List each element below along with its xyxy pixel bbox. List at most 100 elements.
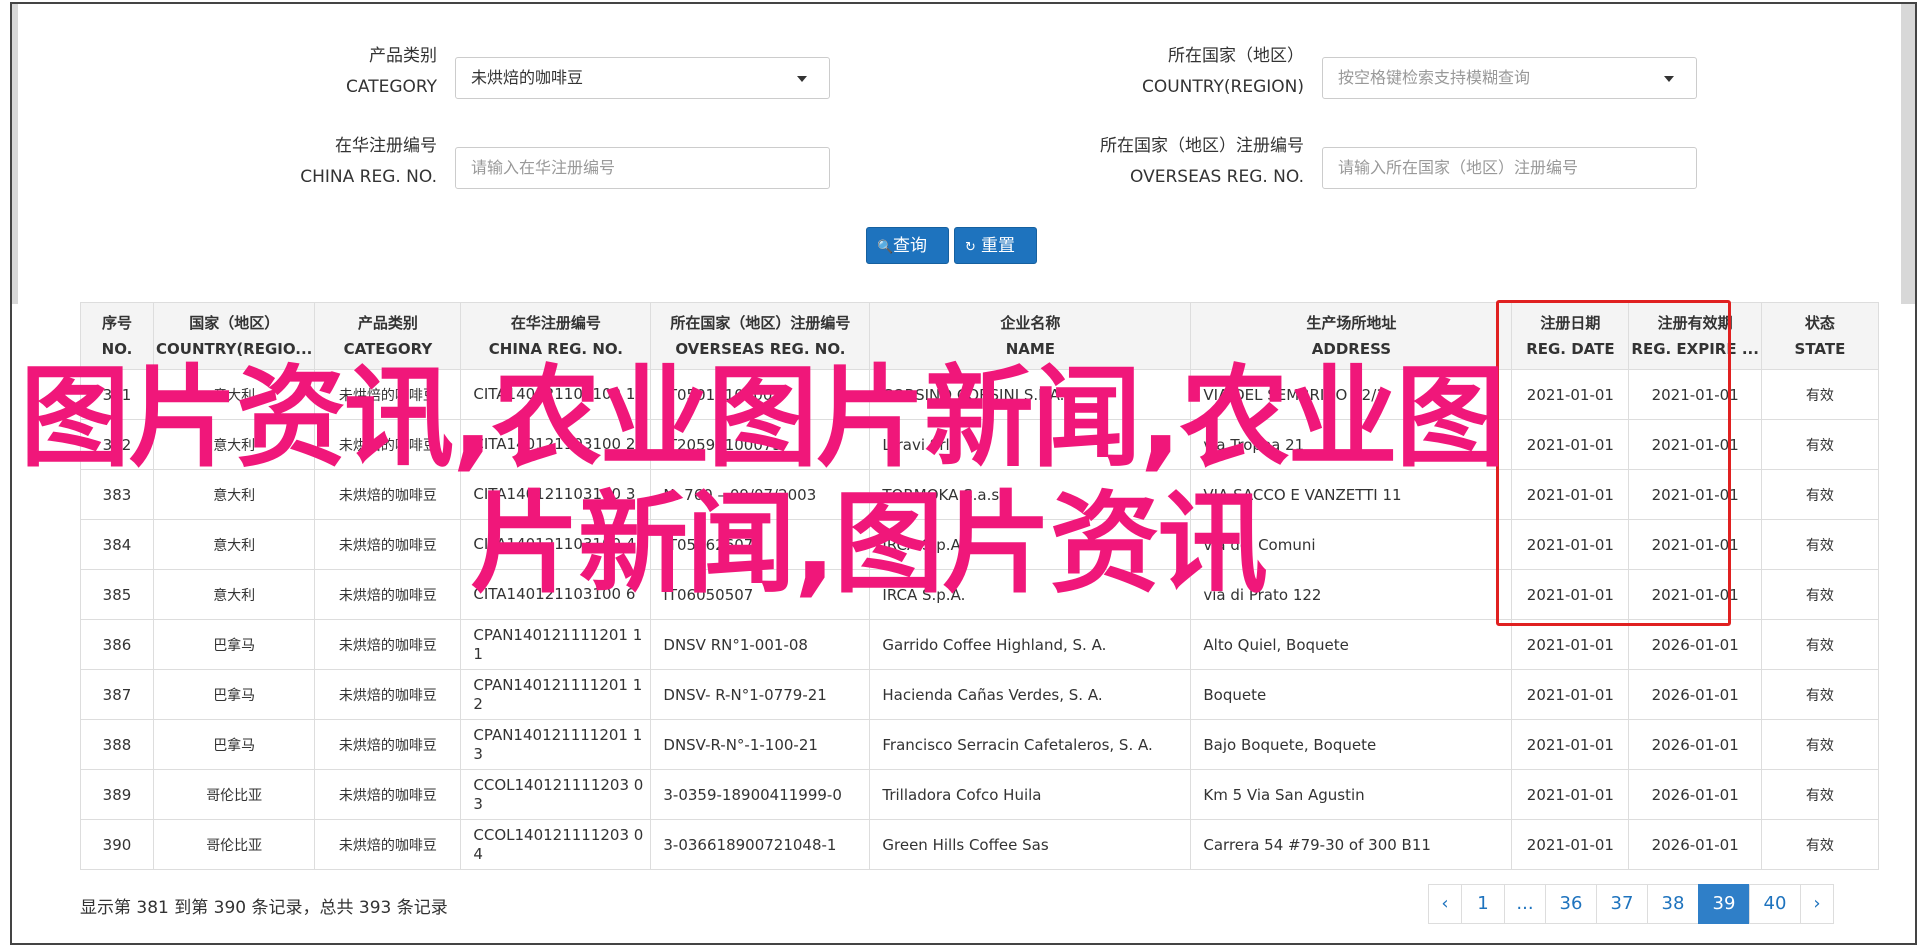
overseas-reg-input[interactable]: 请输入所在国家（地区）注册编号 [1322, 147, 1697, 189]
reset-button[interactable]: ↻ 重置 [954, 227, 1037, 264]
cell-name: Green Hills Coffee Sas [869, 819, 1192, 870]
cell-no: 381 [80, 369, 154, 420]
cell-name: IRCA S.p.A. [869, 519, 1192, 570]
cell-reg-date: 2021-01-01 [1511, 519, 1630, 570]
cell-overseas-reg: IT05010100001 [650, 369, 871, 420]
cell-china-reg: CPAN140121111201 12 [460, 669, 652, 720]
table-row: 390 哥伦比亚 未烘焙的咖啡豆 CCOL140121111203 04 3-03661… [80, 819, 1879, 870]
cell-state: 有效 [1760, 719, 1879, 770]
china-reg-input[interactable]: 请输入在华注册编号 [455, 147, 830, 189]
cell-address: Boquete [1190, 669, 1513, 720]
col-header-china-reg[interactable]: 在华注册编号 CHINA REG. NO. [460, 302, 652, 370]
cell-china-reg: CPAN140121111201 11 [460, 619, 652, 670]
overseas-reg-label: 所在国家（地区）注册编号 OVERSEAS REG. NO. [1100, 136, 1304, 187]
category-select[interactable]: 未烘焙的咖啡豆 [455, 57, 830, 99]
cell-country: 意大利 [152, 419, 316, 470]
overseas-reg-placeholder: 请输入所在国家（地区）注册编号 [1338, 158, 1579, 177]
page-button-39[interactable]: 39 [1698, 884, 1750, 924]
col-header-reg-expire[interactable]: 注册有效期 REG. EXPIRE ... [1628, 302, 1762, 370]
cell-reg-date: 2021-01-01 [1511, 819, 1630, 870]
cell-category: 未烘焙的咖啡豆 [314, 369, 462, 420]
results-table: 序号 NO. 国家（地区） COUNTRY(REGIO... 产品类别 CATEGOR… [80, 302, 1879, 870]
search-icon: 🔍 [877, 240, 894, 255]
cell-china-reg: CITA140121103100 2 [460, 419, 652, 470]
cell-no: 390 [80, 819, 154, 870]
cell-overseas-reg: DNSV-R-N°-1-100-21 [650, 719, 871, 770]
col-header-overseas-reg[interactable]: 所在国家（地区）注册编号 OVERSEAS REG. NO. [650, 302, 871, 370]
country-select-placeholder: 按空格键检索支持模糊查询 [1338, 68, 1531, 87]
col-header-reg-date[interactable]: 注册日期 REG. DATE [1511, 302, 1630, 370]
cell-address: Alto Quiel, Boquete [1190, 619, 1513, 670]
cell-country: 意大利 [152, 569, 316, 620]
page-button-37[interactable]: 37 [1596, 884, 1648, 924]
cell-address: via Tropea 21 [1190, 419, 1513, 470]
cell-category: 未烘焙的咖啡豆 [314, 769, 462, 820]
cell-category: 未烘焙的咖啡豆 [314, 469, 462, 520]
cell-no: 385 [80, 569, 154, 620]
cell-reg-date: 2021-01-01 [1511, 469, 1630, 520]
cell-state: 有效 [1760, 369, 1879, 420]
cell-no: 383 [80, 469, 154, 520]
page-button-1[interactable]: 1 [1461, 884, 1505, 924]
cell-country: 意大利 [152, 519, 316, 570]
table-row: 388 巴拿马 未烘焙的咖啡豆 CPAN140121111201 13 DNSV-R-N… [80, 719, 1879, 770]
page-button-40[interactable]: 40 [1749, 884, 1801, 924]
cell-name: TORMOKA S.a.s. [869, 469, 1192, 520]
country-select[interactable]: 按空格键检索支持模糊查询 [1322, 57, 1697, 99]
table-row: 387 巴拿马 未烘焙的咖啡豆 CPAN140121111201 12 DNSV- R-… [80, 669, 1879, 720]
cell-country: 巴拿马 [152, 619, 316, 670]
cell-china-reg: CITA140121103100 1 [460, 369, 652, 420]
cell-state: 有效 [1760, 569, 1879, 620]
cell-overseas-reg: DNSV- R-N°1-0779-21 [650, 669, 871, 720]
table-row: 385 意大利 未烘焙的咖啡豆 CITA140121103100 6 IT0605050… [80, 569, 1879, 620]
cell-state: 有效 [1760, 619, 1879, 670]
col-header-category[interactable]: 产品类别 CATEGORY [314, 302, 462, 370]
cell-address: VIA SACCO E VANZETTI 11 [1190, 469, 1513, 520]
country-label: 所在国家（地区） COUNTRY(REGION) [1141, 46, 1304, 97]
table-row: 389 哥伦比亚 未烘焙的咖啡豆 CCOL140121111203 03 3-0359-… [80, 769, 1879, 820]
cell-country: 意大利 [152, 369, 316, 420]
cell-country: 巴拿马 [152, 719, 316, 770]
cell-expire: 2021-01-01 [1628, 469, 1762, 520]
cell-china-reg: CCOL140121111203 04 [460, 819, 652, 870]
cell-state: 有效 [1760, 519, 1879, 570]
page-ellipsis: ... [1504, 884, 1546, 924]
col-header-name[interactable]: 企业名称 NAME [869, 302, 1192, 370]
col-header-state[interactable]: 状态 STATE [1760, 302, 1879, 370]
cell-china-reg: CITA140121103100 4 [460, 519, 652, 570]
cell-name: Trilladora Cofco Huila [869, 769, 1192, 820]
cell-address: VIA DEL SEMBRINO 62/1 [1190, 369, 1513, 420]
cell-expire: 2026-01-01 [1628, 769, 1762, 820]
cell-state: 有效 [1760, 469, 1879, 520]
col-header-no[interactable]: 序号 NO. [80, 302, 154, 370]
cell-no: 387 [80, 669, 154, 720]
col-header-country[interactable]: 国家（地区） COUNTRY(REGIO... [152, 302, 316, 370]
cell-address: Bajo Boquete, Boquete [1190, 719, 1513, 770]
next-page-button[interactable]: › [1800, 884, 1834, 924]
page-button-36[interactable]: 36 [1545, 884, 1597, 924]
cell-reg-date: 2021-01-01 [1511, 719, 1630, 770]
col-header-address[interactable]: 生产场所地址 ADDRESS [1190, 302, 1513, 370]
cell-expire: 2021-01-01 [1628, 369, 1762, 420]
reset-button-label: 重置 [981, 236, 1015, 256]
cell-state: 有效 [1760, 819, 1879, 870]
cell-no: 388 [80, 719, 154, 770]
cell-china-reg: CCOL140121111203 03 [460, 769, 652, 820]
pagination-summary: 显示第 381 到第 390 条记录，总共 393 条记录 [80, 898, 448, 918]
cell-name: Ltravi Srl [869, 419, 1192, 470]
category-label: 产品类别 CATEGORY [346, 46, 437, 97]
table-row: 382 意大利 未烘焙的咖啡豆 CITA140121103100 2 IT2059010… [80, 419, 1879, 470]
search-button[interactable]: 🔍查询 [866, 227, 949, 264]
cell-china-reg: CPAN140121111201 13 [460, 719, 652, 770]
cell-overseas-reg: IT06050507 [650, 569, 871, 620]
cell-no: 389 [80, 769, 154, 820]
cell-country: 哥伦比亚 [152, 819, 316, 870]
scrollbar-right[interactable] [1901, 4, 1915, 304]
cell-reg-date: 2021-01-01 [1511, 619, 1630, 670]
prev-page-button[interactable]: ‹ [1428, 884, 1462, 924]
cell-expire: 2021-01-01 [1628, 519, 1762, 570]
cell-category: 未烘焙的咖啡豆 [314, 419, 462, 470]
page-button-38[interactable]: 38 [1647, 884, 1699, 924]
cell-expire: 2026-01-01 [1628, 819, 1762, 870]
search-button-label: 查询 [893, 236, 927, 256]
